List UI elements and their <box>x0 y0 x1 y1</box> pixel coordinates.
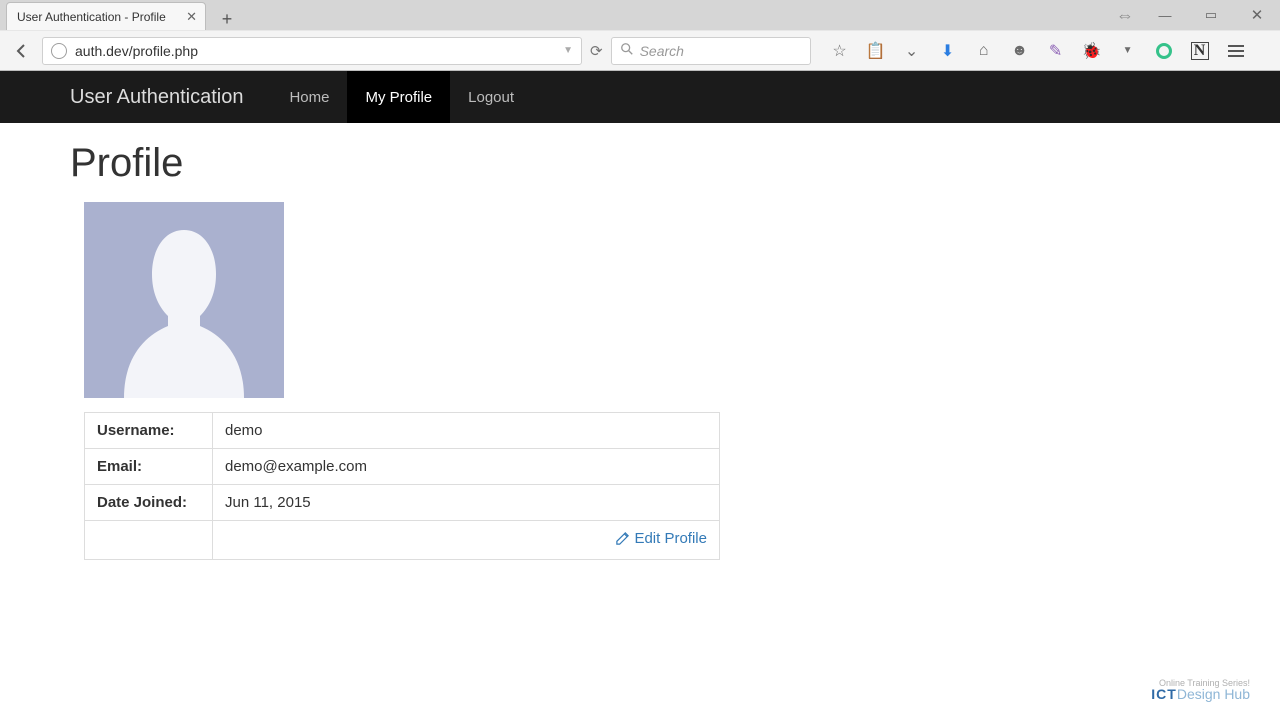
close-tab-icon[interactable]: ✕ <box>186 9 197 25</box>
nav-home[interactable]: Home <box>271 71 347 123</box>
search-field[interactable]: Search <box>611 37 811 65</box>
field-value: demo <box>213 413 720 449</box>
page-title: Profile <box>70 141 1210 186</box>
green-ring-icon[interactable] <box>1155 42 1173 60</box>
maximize-button[interactable]: ▭ <box>1188 3 1234 27</box>
bug-icon[interactable]: 🐞 <box>1083 42 1101 60</box>
field-label: Email: <box>85 449 213 485</box>
face-icon[interactable]: ☻ <box>1011 42 1029 60</box>
navbar-brand[interactable]: User Authentication <box>70 86 243 109</box>
profile-table: Username: demo Email: demo@example.com D… <box>84 412 720 560</box>
page-container: Profile Username: demo Email: demo@examp… <box>0 141 1280 560</box>
empty-cell <box>85 521 213 560</box>
minimize-button[interactable]: — <box>1142 3 1188 27</box>
pocket-icon[interactable]: ⌄ <box>903 42 921 60</box>
edit-cell: Edit Profile <box>213 521 720 560</box>
browser-tab[interactable]: User Authentication - Profile ✕ <box>6 2 206 30</box>
feather-icon[interactable]: ✎ <box>1047 42 1065 60</box>
table-row: Email: demo@example.com <box>85 449 720 485</box>
url-field[interactable]: auth.dev/profile.php ▼ <box>42 37 582 65</box>
field-value: demo@example.com <box>213 449 720 485</box>
watermark-dh: Design Hub <box>1177 686 1250 702</box>
n-icon[interactable]: N <box>1191 42 1209 60</box>
watermark: Online Training Series! ICTDesign Hub <box>1151 678 1250 702</box>
edit-profile-label: Edit Profile <box>634 530 707 547</box>
tab-title: User Authentication - Profile <box>17 10 166 24</box>
url-text: auth.dev/profile.php <box>75 43 198 59</box>
new-tab-button[interactable]: + <box>214 8 240 30</box>
watermark-ict: ICT <box>1151 686 1177 702</box>
globe-icon <box>51 43 67 59</box>
close-window-button[interactable]: ✕ <box>1234 3 1280 27</box>
back-button[interactable] <box>10 39 34 63</box>
app-navbar: User Authentication Home My Profile Logo… <box>0 71 1280 123</box>
field-label: Username: <box>85 413 213 449</box>
menu-hamburger-icon[interactable] <box>1227 42 1245 60</box>
browser-chrome: User Authentication - Profile ✕ + ⇔ — ▭ … <box>0 0 1280 71</box>
avatar-placeholder <box>84 202 284 398</box>
url-dropdown-icon[interactable]: ▼ <box>563 45 573 56</box>
field-label: Date Joined: <box>85 485 213 521</box>
edit-profile-link[interactable]: Edit Profile <box>615 530 707 547</box>
toolbar-icons: ☆ 📋 ⌄ ⬇ ⌂ ☻ ✎ 🐞 ▼ N <box>831 42 1245 60</box>
reload-button[interactable]: ⟳ <box>590 42 603 60</box>
bookmark-star-icon[interactable]: ☆ <box>831 42 849 60</box>
search-placeholder: Search <box>640 43 684 59</box>
nav-logout[interactable]: Logout <box>450 71 532 123</box>
edit-icon <box>615 531 630 546</box>
tab-strip: User Authentication - Profile ✕ + <box>0 0 1280 30</box>
url-bar-row: auth.dev/profile.php ▼ ⟳ Search ☆ 📋 ⌄ ⬇ … <box>0 30 1280 70</box>
field-value: Jun 11, 2015 <box>213 485 720 521</box>
chevron-down-icon[interactable]: ▼ <box>1119 42 1137 60</box>
clipboard-icon[interactable]: 📋 <box>867 42 885 60</box>
search-icon <box>620 42 634 59</box>
table-row: Username: demo <box>85 413 720 449</box>
table-row: Edit Profile <box>85 521 720 560</box>
window-controls: ⇔ — ▭ ✕ <box>1108 0 1280 30</box>
imip-icon[interactable]: ⇔ <box>1108 3 1142 27</box>
nav-my-profile[interactable]: My Profile <box>347 71 450 123</box>
home-icon[interactable]: ⌂ <box>975 42 993 60</box>
download-icon[interactable]: ⬇ <box>939 42 957 60</box>
table-row: Date Joined: Jun 11, 2015 <box>85 485 720 521</box>
